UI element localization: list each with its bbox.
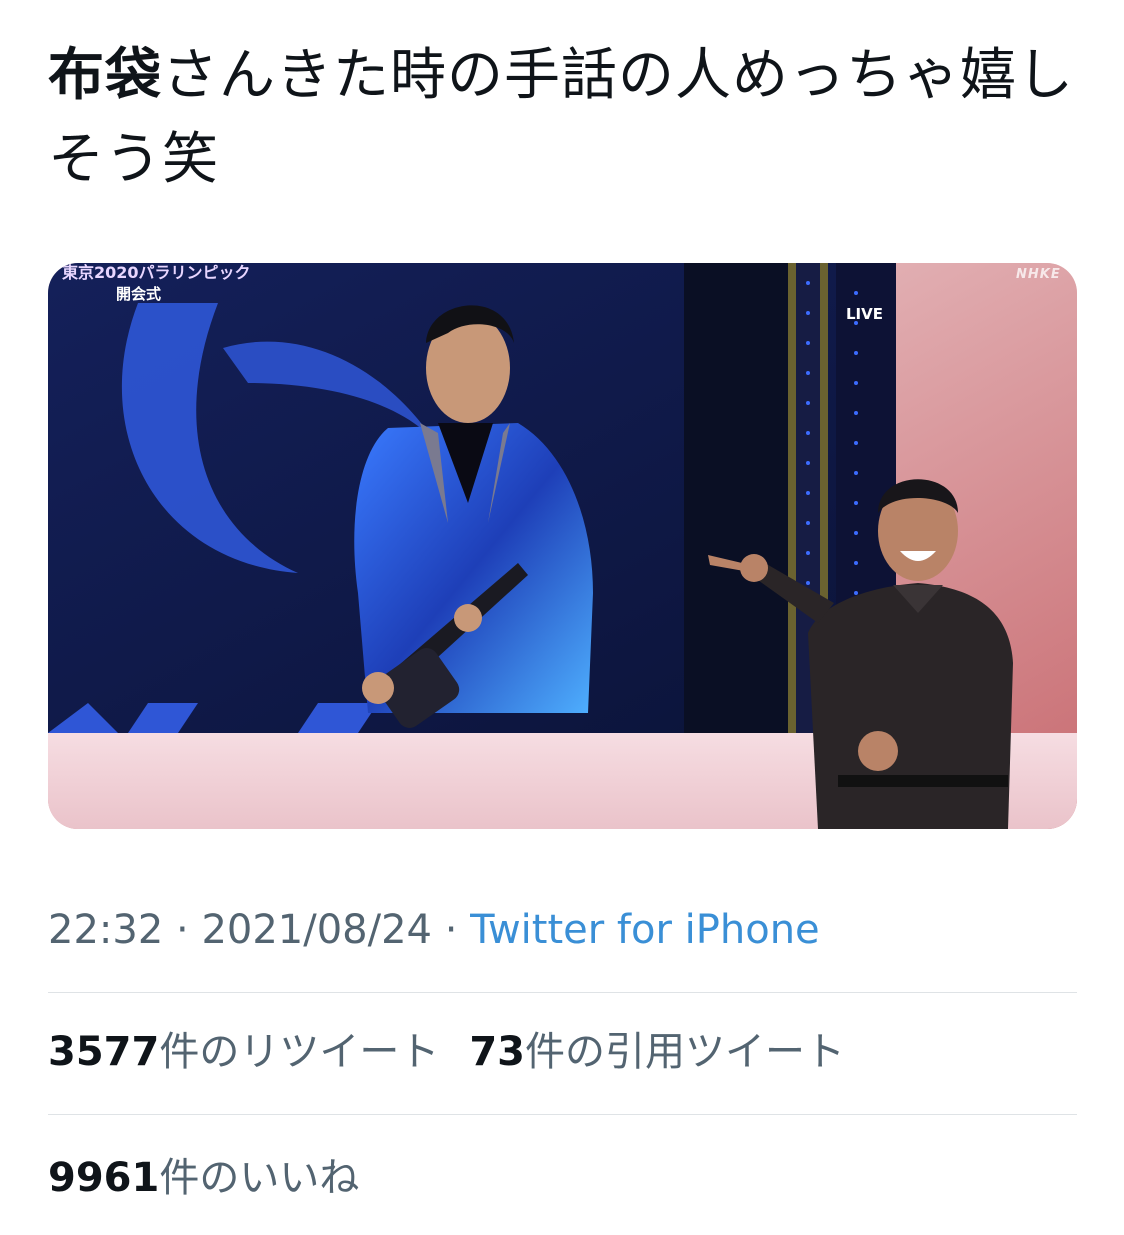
live-badge: LIVE [846, 305, 883, 323]
likes-stat[interactable]: 9961件のいいね [48, 1150, 359, 1206]
tweet-time[interactable]: 22:32 [48, 907, 163, 953]
retweets-stat[interactable]: 3577件のリツイート [48, 1029, 439, 1075]
retweets-count: 3577 [48, 1029, 160, 1075]
quotes-stat[interactable]: 73件の引用ツイート [469, 1029, 845, 1075]
tweet-text-rest: さんきた時の手話の人めっちゃ嬉しそう笑 [48, 43, 1074, 192]
tweet-text: 布袋さんきた時の手話の人めっちゃ嬉しそう笑 [48, 34, 1078, 202]
likes-count: 9961 [48, 1155, 160, 1201]
meta-separator-2: · [431, 907, 471, 953]
divider [48, 1114, 1077, 1115]
broadcast-title: 東京2020パラリンピック [62, 263, 251, 282]
divider [48, 992, 1077, 993]
retweets-label: 件のリツイート [159, 1029, 440, 1075]
tweet-date[interactable]: 2021/08/24 [201, 907, 432, 953]
tweet-meta: 22:32 · 2021/08/24 · Twitter for iPhone [48, 902, 820, 958]
channel-logo: NHKE [1016, 267, 1061, 282]
tweet-source-link[interactable]: Twitter for iPhone [470, 907, 820, 953]
retweet-stats-row: 3577件のリツイート 73件の引用ツイート [48, 1024, 845, 1080]
tweet-text-bold: 布袋 [48, 43, 162, 108]
likes-label: 件のいいね [159, 1155, 360, 1201]
quotes-count: 73 [469, 1029, 525, 1075]
broadcast-subtitle: 開会式 [116, 285, 162, 303]
quotes-label: 件の引用ツイート [525, 1029, 845, 1075]
tweet-media-image[interactable]: 東京2020パラリンピック 開会式 LIVE NHKE [48, 263, 1077, 829]
media-illustration [48, 263, 1077, 829]
meta-separator-1: · [163, 907, 202, 953]
